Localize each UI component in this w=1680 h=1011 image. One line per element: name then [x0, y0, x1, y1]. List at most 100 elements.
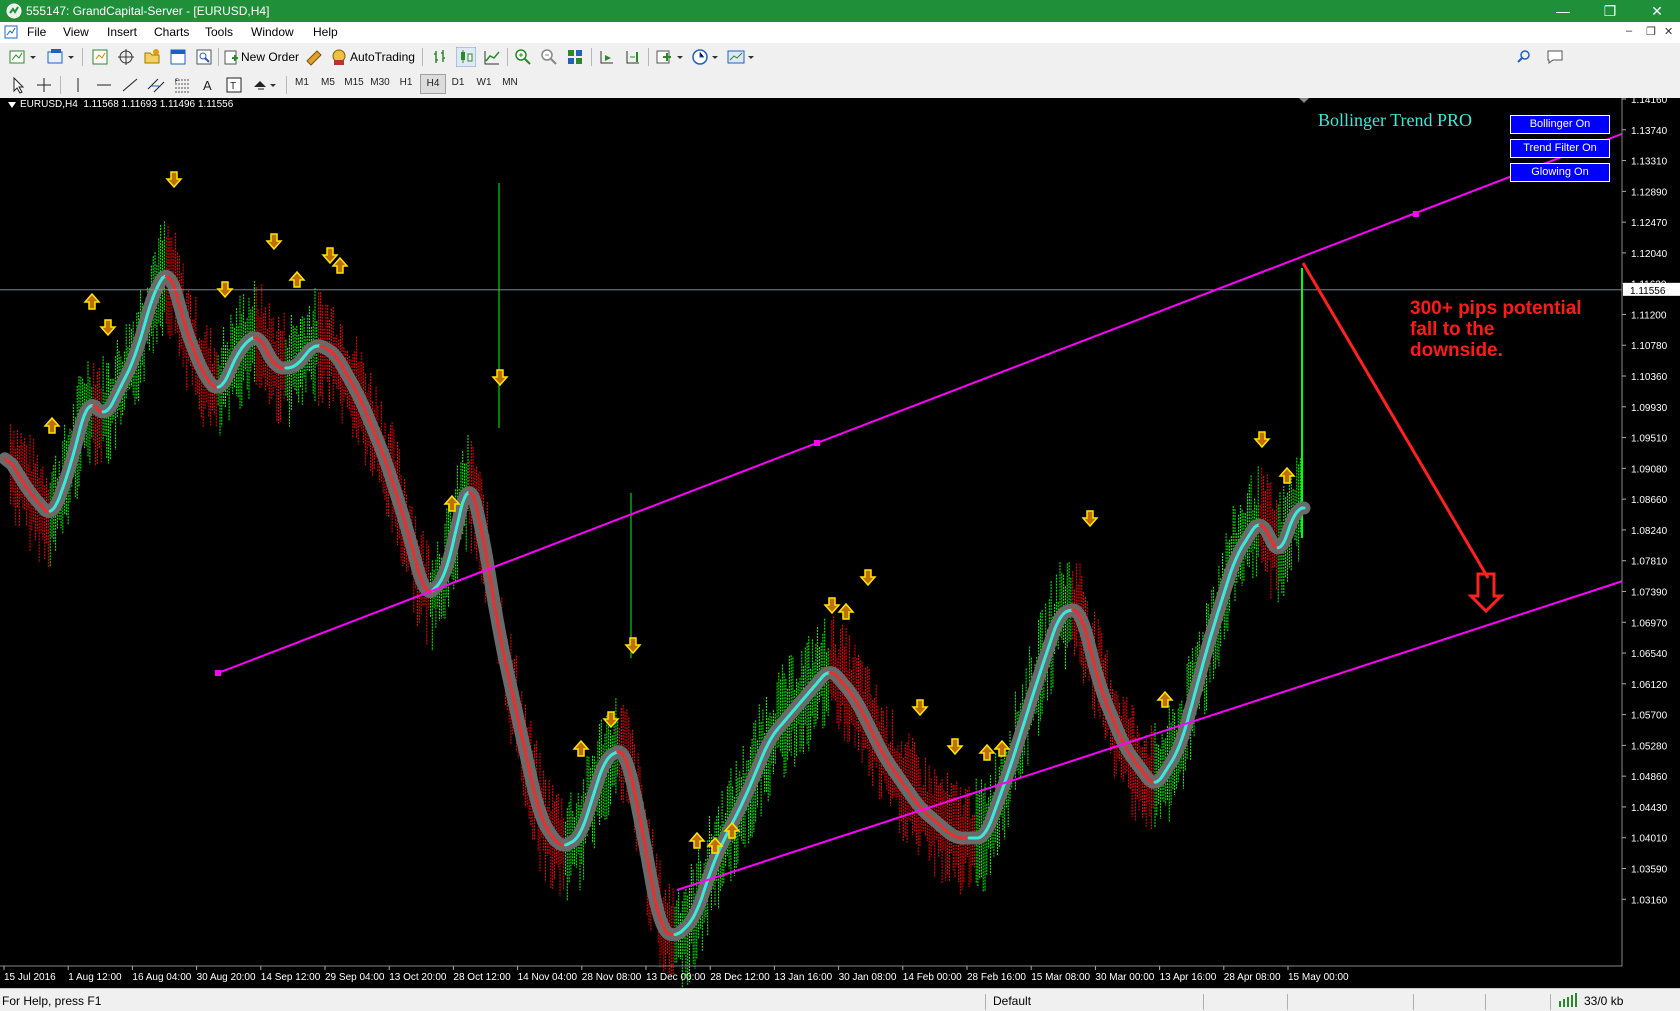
time-axis-label: 13 Oct 20:00 [389, 972, 447, 983]
indicators-icon[interactable] [654, 47, 686, 67]
menu-charts[interactable]: Charts [154, 25, 189, 39]
profiles-icon[interactable] [46, 47, 76, 67]
chart-window[interactable]: 1.141601.137401.133101.128901.124701.120… [0, 98, 1680, 988]
timeframe-w1[interactable]: W1 [472, 77, 496, 88]
tile-windows-icon[interactable] [565, 47, 585, 67]
autotrading-button[interactable]: AutoTrading [350, 50, 415, 64]
menu-insert[interactable]: Insert [107, 25, 137, 39]
time-axis-label: 14 Sep 12:00 [261, 972, 321, 983]
trend-filter-toggle-button[interactable]: Trend Filter On [1510, 139, 1610, 158]
timeframe-mn[interactable]: MN [498, 77, 522, 88]
trendline-icon[interactable] [120, 75, 140, 95]
search-icon[interactable] [1515, 47, 1533, 67]
equidistant-channel-icon[interactable] [146, 75, 166, 95]
mdi-minimize-button[interactable]: – [1626, 25, 1632, 37]
autotrading-icon[interactable] [329, 47, 349, 67]
time-axis-label: 30 Aug 20:00 [197, 972, 256, 983]
glowing-toggle-button[interactable]: Glowing On [1510, 163, 1610, 182]
new-order-button[interactable]: New Order [241, 50, 299, 64]
text-label-icon[interactable]: T [224, 75, 244, 95]
price-axis-label: 1.06540 [1631, 649, 1668, 660]
timeframe-m1[interactable]: M1 [290, 77, 314, 88]
svg-text:A: A [203, 78, 212, 93]
menu-tools[interactable]: Tools [205, 25, 233, 39]
mdi-restore-button[interactable]: ❐ [1646, 25, 1656, 38]
price-axis-label: 1.03160 [1631, 895, 1668, 906]
periods-icon[interactable] [690, 47, 722, 67]
timeframe-d1[interactable]: D1 [446, 77, 470, 88]
strategy-tester-icon[interactable] [194, 47, 214, 67]
sell-signal-arrow [1255, 432, 1269, 447]
status-bar: For Help, press F1 Default 33/0 kb [0, 988, 1680, 1011]
close-button[interactable]: ✕ [1634, 0, 1680, 22]
price-axis-label: 1.10780 [1631, 341, 1668, 352]
menu-help[interactable]: Help [313, 25, 338, 39]
chart-window-icon[interactable] [4, 25, 18, 39]
time-axis-label: 28 Oct 12:00 [453, 972, 511, 983]
cursor-icon[interactable] [8, 75, 28, 95]
menu-view[interactable]: View [63, 25, 89, 39]
market-watch-icon[interactable] [90, 47, 110, 67]
timeframe-m30[interactable]: M30 [368, 77, 392, 88]
trend-down-segment [495, 605, 497, 615]
timeframe-m15[interactable]: M15 [342, 77, 366, 88]
menu-window[interactable]: Window [251, 25, 294, 39]
price-axis-label: 1.03590 [1631, 865, 1668, 876]
channel-anchor [1413, 211, 1419, 217]
price-chart[interactable]: 1.141601.137401.133101.128901.124701.120… [0, 98, 1680, 988]
candlestick-icon[interactable] [456, 47, 476, 67]
shift-marker [1299, 98, 1309, 103]
sell-signal-arrow [825, 598, 839, 613]
sell-signal-arrow [267, 234, 281, 249]
chart-shift-icon[interactable] [623, 47, 643, 67]
horizontal-line-icon[interactable] [94, 75, 114, 95]
templates-icon[interactable] [726, 47, 758, 67]
price-axis-label: 1.12470 [1631, 218, 1668, 229]
timeframe-h1[interactable]: H1 [394, 77, 418, 88]
data-window-icon[interactable] [116, 47, 136, 67]
buy-signal-arrow [574, 741, 588, 756]
timeframe-m5[interactable]: M5 [316, 77, 340, 88]
connection-bars-icon [1558, 993, 1580, 1007]
price-axis-panel [1622, 98, 1680, 988]
line-chart-icon[interactable] [482, 47, 502, 67]
zoom-out-icon[interactable] [539, 47, 559, 67]
sell-signal-arrow [101, 320, 115, 335]
timeframe-h4[interactable]: H4 [420, 74, 446, 94]
zoom-in-icon[interactable] [513, 47, 533, 67]
arrows-icon[interactable] [250, 75, 280, 95]
restore-button[interactable]: ❐ [1587, 0, 1633, 22]
minimize-button[interactable]: — [1540, 0, 1586, 22]
sell-signal-arrow [493, 370, 507, 385]
time-axis-label: 30 Jan 08:00 [839, 972, 897, 983]
navigator-icon[interactable] [142, 47, 162, 67]
terminal-icon[interactable] [168, 47, 188, 67]
time-axis-label: 28 Dec 12:00 [710, 972, 770, 983]
sell-signal-arrow [1083, 511, 1097, 526]
traffic-indicator: 33/0 kb [1584, 994, 1623, 1008]
fibonacci-icon[interactable]: F [172, 75, 192, 95]
new-chart-icon[interactable] [8, 47, 38, 67]
svg-text:F: F [175, 79, 179, 85]
sell-signal-arrow [861, 570, 875, 585]
bollinger-toggle-button[interactable]: Bollinger On [1510, 115, 1610, 134]
metaeditor-icon[interactable] [304, 47, 324, 67]
title-bar: 555147: GrandCapital-Server - [EURUSD,H4… [0, 0, 1680, 22]
new-order-icon[interactable] [223, 47, 239, 67]
bar-chart-icon[interactable] [430, 47, 450, 67]
text-tool-icon[interactable]: A [198, 75, 218, 95]
price-axis-label: 1.06120 [1631, 680, 1668, 691]
buy-signal-arrow [85, 294, 99, 309]
menu-file[interactable]: File [27, 25, 46, 39]
collapse-triangle-icon[interactable] [8, 101, 16, 109]
crosshair-icon[interactable] [34, 75, 54, 95]
mdi-close-button[interactable]: ✕ [1664, 25, 1673, 38]
time-axis-label: 28 Apr 08:00 [1224, 972, 1281, 983]
line-studies-toolbar: F A T M1 M5 M15 M30 H1 H4 D1 W1 MN [0, 71, 1680, 99]
menu-bar: File View Insert Charts Tools Window Hel… [0, 22, 1680, 43]
vertical-line-icon[interactable] [68, 75, 88, 95]
chat-icon[interactable] [1545, 47, 1565, 67]
auto-scroll-icon[interactable] [597, 47, 617, 67]
trend-down-segment [487, 562, 489, 573]
price-axis-label: 1.04010 [1631, 834, 1668, 845]
